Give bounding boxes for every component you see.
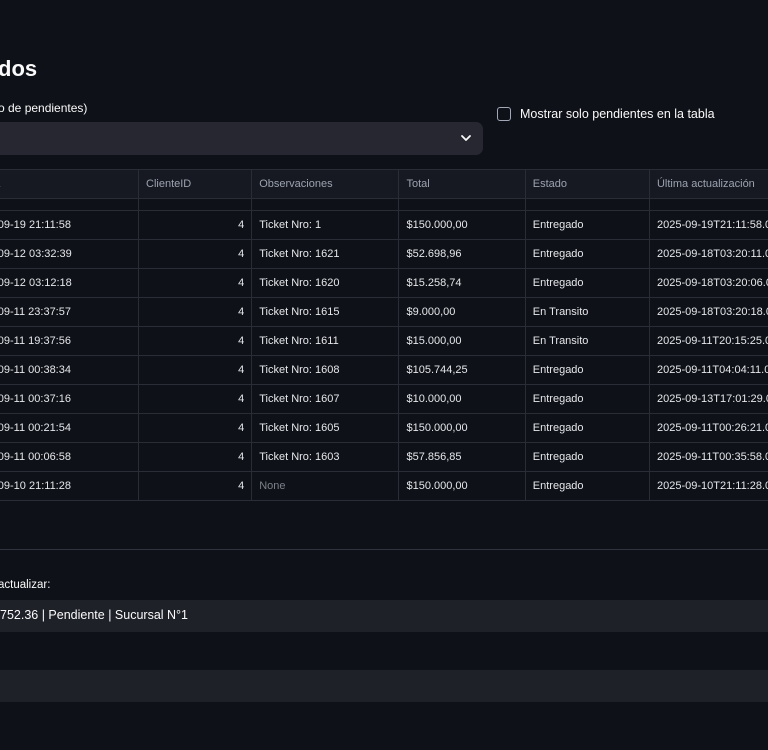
cell-clienteid[interactable]: 4 xyxy=(137,355,253,385)
table-row[interactable]: 5-09-12 03:12:184Ticket Nro: 1620$15.258… xyxy=(0,268,768,298)
cell-estado[interactable]: Entregado xyxy=(524,442,650,472)
cell-estado[interactable]: En Transito xyxy=(524,297,650,327)
cell-total[interactable]: $15.000,00 xyxy=(398,326,526,356)
cell-ultima-actualizacion[interactable]: 2025-09-11T20:15:25.0 xyxy=(648,326,768,356)
table-header-row: ha ClienteID Observaciones Total Estado … xyxy=(0,169,768,199)
cell-fecha[interactable]: 5-09-12 03:32:39 xyxy=(0,239,139,269)
cell-clienteid[interactable]: 4 xyxy=(137,326,253,356)
table-row[interactable]: 5-09-19 21:11:584Ticket Nro: 1$150.000,0… xyxy=(0,210,768,240)
cell-fecha[interactable]: 5-09-11 00:21:54 xyxy=(0,413,139,443)
pending-only-checkbox[interactable] xyxy=(497,107,511,121)
cell-estado[interactable]: Entregado xyxy=(524,471,650,501)
cell-ultima-actualizacion[interactable]: 2025-09-18T03:20:18.0 xyxy=(648,297,768,327)
cell-observaciones[interactable]: None xyxy=(251,471,400,501)
cell-estado[interactable]: Entregado xyxy=(524,384,650,414)
cell-clienteid[interactable]: 4 xyxy=(137,210,253,240)
cell-total[interactable]: $57.856,85 xyxy=(398,442,526,472)
cell-fecha[interactable]: 5-09-19 21:11:58 xyxy=(0,210,139,240)
cell-observaciones[interactable]: Ticket Nro: 1615 xyxy=(251,297,400,327)
column-header-total[interactable]: Total xyxy=(398,169,526,199)
table-row[interactable]: 5-09-11 19:37:564Ticket Nro: 1611$15.000… xyxy=(0,326,768,356)
cell-fecha[interactable]: 5-09-11 00:38:34 xyxy=(0,355,139,385)
cell-ultima-actualizacion[interactable]: 2025-09-19T21:11:58.0 xyxy=(648,210,768,240)
column-header-clienteid[interactable]: ClienteID xyxy=(137,169,253,199)
cell-clienteid[interactable]: 4 xyxy=(137,413,253,443)
cell-total[interactable]: $10.000,00 xyxy=(398,384,526,414)
cell-observaciones[interactable]: Ticket Nro: 1621 xyxy=(251,239,400,269)
cell-observaciones[interactable]: Ticket Nro: 1603 xyxy=(251,442,400,472)
table-row[interactable]: 5-09-11 23:37:574Ticket Nro: 1615$9.000,… xyxy=(0,297,768,327)
cell-clienteid[interactable]: 4 xyxy=(137,384,253,414)
cell-clienteid[interactable]: 4 xyxy=(137,297,253,327)
cell-observaciones[interactable]: Ticket Nro: 1 xyxy=(251,210,400,240)
table-row-partial xyxy=(0,198,768,211)
cell-total[interactable]: $105.744,25 xyxy=(398,355,526,385)
cell-estado[interactable]: Entregado xyxy=(524,239,650,269)
cell-clienteid[interactable]: 4 xyxy=(137,442,253,472)
cell-fecha[interactable]: 5-09-10 21:11:28 xyxy=(0,471,139,501)
table-row[interactable]: 5-09-11 00:21:544Ticket Nro: 1605$150.00… xyxy=(0,413,768,443)
column-header-fecha[interactable]: ha xyxy=(0,169,139,199)
cell-total[interactable]: $150.000,00 xyxy=(398,471,526,501)
orders-table: ha ClienteID Observaciones Total Estado … xyxy=(0,169,768,501)
cell-total[interactable]: $9.000,00 xyxy=(398,297,526,327)
cell-observaciones[interactable]: Ticket Nro: 1607 xyxy=(251,384,400,414)
update-select-label: actualizar: xyxy=(0,579,51,591)
pending-only-toggle[interactable]: Mostrar solo pendientes en la tabla xyxy=(497,107,715,121)
table-row[interactable]: 5-09-12 03:32:394Ticket Nro: 1621$52.698… xyxy=(0,239,768,269)
cell-clienteid[interactable]: 4 xyxy=(137,268,253,298)
section-divider xyxy=(0,549,768,550)
cell-ultima-actualizacion[interactable]: 2025-09-18T03:20:11.0 xyxy=(648,239,768,269)
column-header-estado[interactable]: Estado xyxy=(524,169,650,199)
cell-total[interactable]: $15.258,74 xyxy=(398,268,526,298)
pending-only-label: Mostrar solo pendientes en la tabla xyxy=(520,107,715,121)
app-page: dos o de pendientes) Mostrar solo pendie… xyxy=(0,0,768,750)
column-header-observaciones[interactable]: Observaciones xyxy=(251,169,400,199)
cell-clienteid[interactable]: 4 xyxy=(137,239,253,269)
secondary-input[interactable] xyxy=(0,670,768,702)
cell-observaciones[interactable]: Ticket Nro: 1605 xyxy=(251,413,400,443)
cell-total[interactable]: $150.000,00 xyxy=(398,413,526,443)
update-select-value: 752.36 | Pendiente | Sucursal N°1 xyxy=(0,608,189,622)
chevron-down-icon xyxy=(461,135,471,141)
update-select[interactable]: 752.36 | Pendiente | Sucursal N°1 xyxy=(0,600,768,632)
cell-clienteid[interactable]: 4 xyxy=(137,471,253,501)
cell-ultima-actualizacion[interactable]: 2025-09-18T03:20:06.0 xyxy=(648,268,768,298)
table-row[interactable]: 5-09-11 00:38:344Ticket Nro: 1608$105.74… xyxy=(0,355,768,385)
table-body: 5-09-19 21:11:584Ticket Nro: 1$150.000,0… xyxy=(0,198,768,501)
cell-ultima-actualizacion[interactable]: 2025-09-10T21:11:28.0 xyxy=(648,471,768,501)
pending-select-label: o de pendientes) xyxy=(0,101,88,115)
page-title: dos xyxy=(0,56,38,81)
cell-fecha[interactable]: 5-09-11 23:37:57 xyxy=(0,297,139,327)
cell-fecha[interactable]: 5-09-11 00:06:58 xyxy=(0,442,139,472)
cell-observaciones[interactable]: Ticket Nro: 1608 xyxy=(251,355,400,385)
pending-select[interactable] xyxy=(0,122,483,155)
cell-estado[interactable]: Entregado xyxy=(524,413,650,443)
cell-total[interactable]: $150.000,00 xyxy=(398,210,526,240)
cell-observaciones[interactable]: Ticket Nro: 1620 xyxy=(251,268,400,298)
cell-estado[interactable]: Entregado xyxy=(524,355,650,385)
orders-table-container[interactable]: ha ClienteID Observaciones Total Estado … xyxy=(0,169,768,502)
table-row[interactable]: 5-09-11 00:06:584Ticket Nro: 1603$57.856… xyxy=(0,442,768,472)
cell-fecha[interactable]: 5-09-11 00:37:16 xyxy=(0,384,139,414)
cell-total[interactable]: $52.698,96 xyxy=(398,239,526,269)
cell-ultima-actualizacion[interactable]: 2025-09-11T00:26:21.0 xyxy=(648,413,768,443)
cell-estado[interactable]: Entregado xyxy=(524,268,650,298)
cell-fecha[interactable]: 5-09-12 03:12:18 xyxy=(0,268,139,298)
table-row[interactable]: 5-09-11 00:37:164Ticket Nro: 1607$10.000… xyxy=(0,384,768,414)
cell-observaciones[interactable]: Ticket Nro: 1611 xyxy=(251,326,400,356)
cell-estado[interactable]: En Transito xyxy=(524,326,650,356)
cell-ultima-actualizacion[interactable]: 2025-09-11T00:35:58.0 xyxy=(648,442,768,472)
column-header-ultima-actualizacion[interactable]: Última actualización xyxy=(648,169,768,199)
cell-fecha[interactable]: 5-09-11 19:37:56 xyxy=(0,326,139,356)
cell-ultima-actualizacion[interactable]: 2025-09-11T04:04:11.0 xyxy=(648,355,768,385)
cell-ultima-actualizacion[interactable]: 2025-09-13T17:01:29.0 xyxy=(648,384,768,414)
table-row[interactable]: 5-09-10 21:11:284None$150.000,00Entregad… xyxy=(0,471,768,501)
cell-estado[interactable]: Entregado xyxy=(524,210,650,240)
